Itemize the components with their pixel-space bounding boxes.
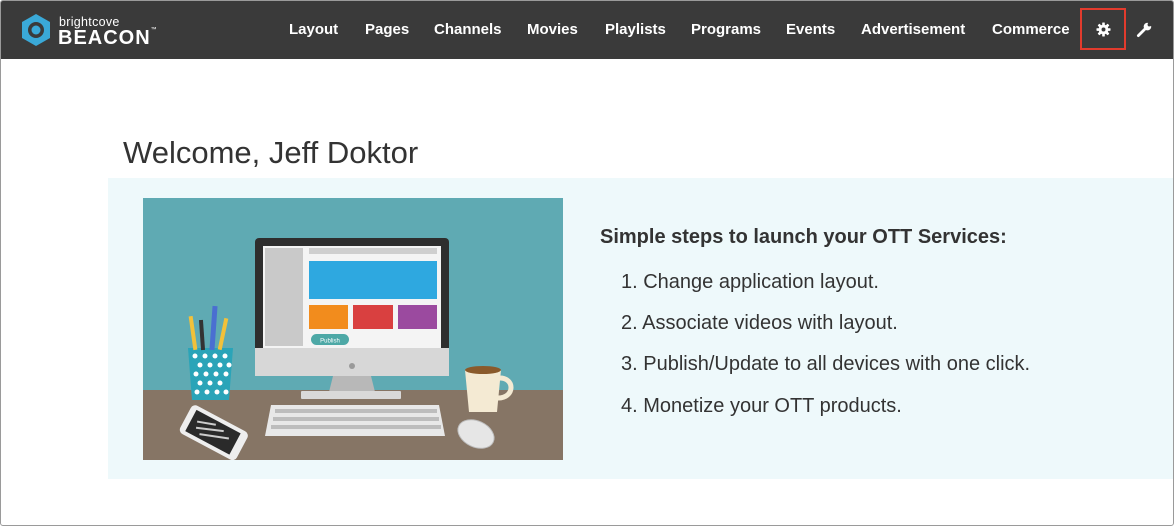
logo-wordmark-beacon: BEACON™ xyxy=(58,27,158,50)
step-item: 1. Change application layout. xyxy=(621,271,879,293)
top-navigation-bar: brightcove BEACON™ Layout Pages Channels… xyxy=(1,1,1173,59)
nav-item-playlists[interactable]: Playlists xyxy=(605,21,666,38)
publish-button-label: Publish xyxy=(320,339,340,345)
nav-item-advertisement[interactable]: Advertisement xyxy=(861,21,965,38)
app-window: brightcove BEACON™ Layout Pages Channels… xyxy=(0,0,1174,526)
nav-item-channels[interactable]: Channels xyxy=(434,21,502,38)
nav-item-pages[interactable]: Pages xyxy=(365,21,409,38)
wrench-icon[interactable] xyxy=(1136,21,1153,38)
step-item: 4. Monetize your OTT products. xyxy=(621,395,902,417)
nav-item-commerce[interactable]: Commerce xyxy=(992,21,1070,38)
step-item: 2. Associate videos with layout. xyxy=(621,312,898,334)
trademark-mark: ™ xyxy=(150,27,158,33)
brightcove-beacon-logo[interactable]: brightcove BEACON™ xyxy=(19,12,157,50)
beacon-logo-icon xyxy=(22,14,50,46)
gear-icon xyxy=(1096,22,1111,37)
desk-computer-illustration: Publish xyxy=(143,198,563,460)
nav-item-events[interactable]: Events xyxy=(786,21,835,38)
nav-item-layout[interactable]: Layout xyxy=(289,21,338,38)
step-item: 3. Publish/Update to all devices with on… xyxy=(621,353,1031,375)
settings-button[interactable] xyxy=(1080,8,1126,50)
welcome-heading: Welcome, Jeff Doktor xyxy=(123,135,419,170)
logo-beacon-text: BEACON xyxy=(58,27,151,49)
nav-item-programs[interactable]: Programs xyxy=(691,21,761,38)
steps-heading: Simple steps to launch your OTT Services… xyxy=(600,226,1007,248)
nav-item-movies[interactable]: Movies xyxy=(527,21,578,38)
